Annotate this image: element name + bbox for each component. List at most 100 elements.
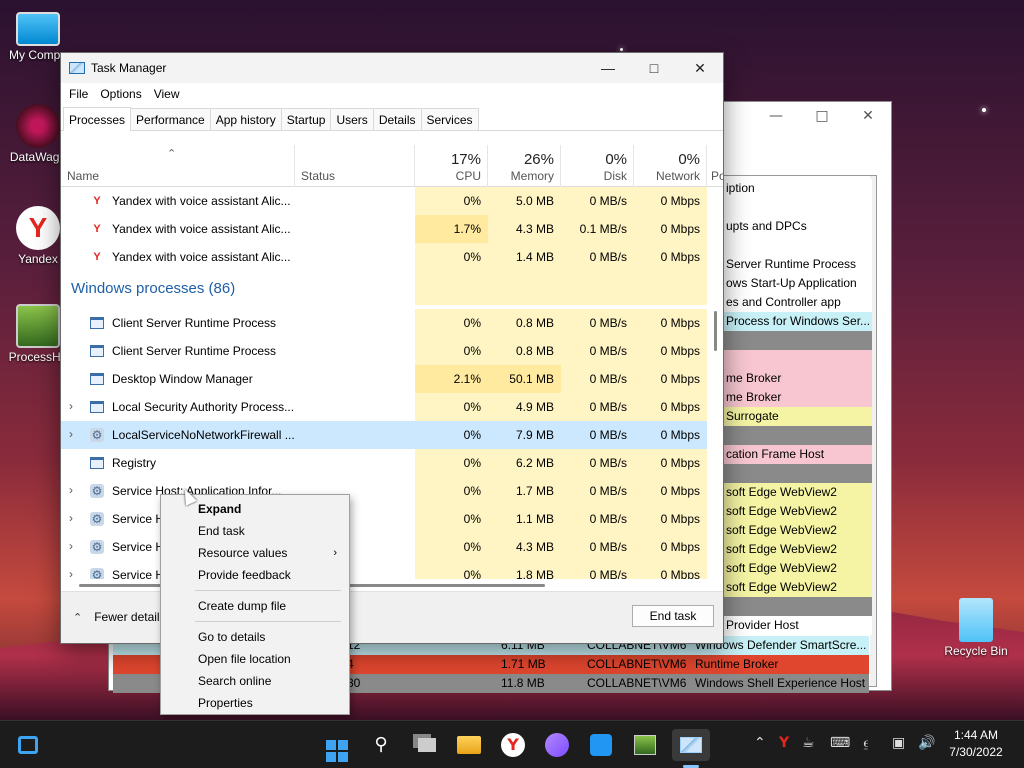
expand-chevron-icon[interactable]: › bbox=[69, 567, 79, 579]
task-manager-taskbar-icon[interactable] bbox=[672, 729, 710, 761]
tab-performance[interactable]: Performance bbox=[130, 108, 211, 130]
menu-item-create-dump-file[interactable]: Create dump file bbox=[161, 595, 349, 617]
menu-item-properties[interactable]: Properties bbox=[161, 692, 349, 714]
bg-list-row[interactable] bbox=[724, 198, 872, 217]
table-row[interactable]: 0% 1.1 MB 0 MB/s 0 Mbps › ⚙ Service H bbox=[61, 505, 707, 533]
bg-list-row[interactable]: soft Edge WebView2 bbox=[724, 521, 872, 540]
menu-item-search-online[interactable]: Search online bbox=[161, 670, 349, 692]
bg-list-row[interactable]: Server Runtime Process bbox=[724, 255, 872, 274]
task-view-icon[interactable] bbox=[411, 729, 443, 761]
processhacker-taskbar-icon[interactable] bbox=[629, 729, 661, 761]
table-row[interactable]: 0% 1.8 MB 0 MB/s 0 Mbps › ⚙ Service H bbox=[61, 561, 707, 579]
menu-item-provide-feedback[interactable]: Provide feedback bbox=[161, 564, 349, 586]
bg-list-row[interactable] bbox=[724, 236, 872, 255]
bg-list-row[interactable] bbox=[724, 597, 872, 616]
table-row[interactable]: 0% 1.4 MB 0 MB/s 0 Mbps Y Yandex with voice a… bbox=[61, 243, 707, 271]
microphone-icon[interactable]: ⍷ bbox=[862, 735, 870, 751]
bg-list-row[interactable]: ows Start-Up Application bbox=[724, 274, 872, 293]
bg-list-row[interactable]: soft Edge WebView2 bbox=[724, 540, 872, 559]
tab-processes[interactable]: Processes bbox=[63, 107, 132, 131]
bg-list-row[interactable]: soft Edge WebView2 bbox=[724, 502, 872, 521]
tab-startup[interactable]: Startup bbox=[280, 108, 332, 130]
file-explorer-icon[interactable] bbox=[453, 729, 485, 761]
scroll-thumb[interactable] bbox=[714, 311, 717, 351]
network-off-icon[interactable]: ☕ bbox=[802, 735, 815, 751]
monitor-tray-icon[interactable]: ▣ bbox=[892, 735, 905, 751]
table-row[interactable]: 0% 5.0 MB 0 MB/s 0 Mbps Y Yandex with voice a… bbox=[61, 187, 707, 215]
tab-app-history[interactable]: App history bbox=[209, 108, 282, 130]
tab-services[interactable]: Services bbox=[420, 108, 479, 130]
menu-item-resource-values[interactable]: Resource values › bbox=[161, 542, 349, 564]
table-row[interactable]: 0% 4.9 MB 0 MB/s 0 Mbps › Local Security Auth… bbox=[61, 393, 707, 421]
close-button[interactable]: ✕ bbox=[677, 53, 723, 83]
bg-list-row[interactable]: me Broker bbox=[724, 369, 872, 388]
expand-chevron-icon[interactable]: › bbox=[69, 399, 79, 413]
system-clock[interactable]: 1:44 AM 7/30/2022 bbox=[936, 727, 1016, 761]
menu-item-open-file-location[interactable]: Open file location bbox=[161, 648, 349, 670]
table-row[interactable]: 0% 7.9 MB 0 MB/s 0 Mbps › ⚙ LocalServiceNoNetw… bbox=[61, 421, 707, 449]
process-group-header[interactable]: Windows processes (86) bbox=[61, 271, 707, 305]
menu-item-go-to-details[interactable]: Go to details bbox=[161, 626, 349, 648]
expand-chevron-icon[interactable]: › bbox=[69, 483, 79, 497]
bg-list-row[interactable] bbox=[724, 331, 872, 350]
bg-list-row[interactable]: soft Edge WebView2 bbox=[724, 578, 872, 597]
tab-details[interactable]: Details bbox=[372, 108, 422, 130]
start-button[interactable] bbox=[321, 729, 353, 762]
end-task-button[interactable]: End task bbox=[632, 605, 714, 627]
column-disk[interactable]: 0% Disk bbox=[561, 145, 634, 187]
desktop-icon-recycle-bin[interactable]: Recycle Bin bbox=[936, 598, 1016, 658]
bg-list-row[interactable]: soft Edge WebView2 bbox=[724, 483, 872, 502]
widgets-icon[interactable] bbox=[12, 729, 44, 761]
minimize-icon[interactable]: — bbox=[753, 102, 799, 132]
bg-process-description-list[interactable]: iption upts and DPCs Server Runtime Proce… bbox=[723, 175, 877, 687]
process-list[interactable]: 0% 5.0 MB 0 MB/s 0 Mbps Y Yandex with voice a… bbox=[61, 187, 707, 579]
store-icon[interactable] bbox=[585, 729, 617, 761]
expand-chevron-icon[interactable]: › bbox=[69, 427, 79, 441]
bg-list-row[interactable]: me Broker bbox=[724, 388, 872, 407]
bg-list-row[interactable]: es and Controller app bbox=[724, 293, 872, 312]
expand-chevron-icon[interactable]: › bbox=[69, 539, 79, 553]
vertical-scrollbar[interactable] bbox=[708, 187, 722, 579]
menu-item-end-task[interactable]: End task bbox=[161, 520, 349, 542]
table-row[interactable]: 0% 0.8 MB 0 MB/s 0 Mbps Client Server Runtim… bbox=[61, 337, 707, 365]
alice-assistant-icon[interactable] bbox=[541, 729, 573, 761]
table-row[interactable]: 0% 1.7 MB 0 MB/s 0 Mbps › ⚙ Service Host: Appl… bbox=[61, 477, 707, 505]
table-row[interactable]: 0% 6.2 MB 0 MB/s 0 Mbps Registry bbox=[61, 449, 707, 477]
table-row[interactable]: 1.7% 4.3 MB 0.1 MB/s 0 Mbps Y Yandex with voi… bbox=[61, 215, 707, 243]
volume-icon[interactable]: 🔊 bbox=[918, 735, 935, 751]
menu-options[interactable]: Options bbox=[94, 87, 147, 101]
bg-list-row[interactable]: Process for Windows Ser... bbox=[724, 312, 872, 331]
search-icon[interactable]: ⚲ bbox=[365, 729, 397, 761]
expand-chevron-icon[interactable]: › bbox=[69, 511, 79, 525]
bg-list-row[interactable]: Provider Host bbox=[724, 616, 872, 635]
column-power[interactable]: Po bbox=[707, 145, 723, 187]
column-cpu[interactable]: 17% CPU bbox=[415, 145, 488, 187]
bg-list-row[interactable]: cation Frame Host bbox=[724, 445, 872, 464]
table-row[interactable]: 0% 0.8 MB 0 MB/s 0 Mbps Client Server Runtim… bbox=[61, 309, 707, 337]
bg-list-row[interactable]: upts and DPCs bbox=[724, 217, 872, 236]
bg-list-row[interactable]: Surrogate bbox=[724, 407, 872, 426]
bg-list-row[interactable]: soft Edge WebView2 bbox=[724, 559, 872, 578]
close-icon[interactable]: ✕ bbox=[845, 102, 891, 132]
menu-view[interactable]: View bbox=[148, 87, 186, 101]
minimize-button[interactable]: — bbox=[585, 53, 631, 83]
bg-list-row[interactable] bbox=[724, 464, 872, 483]
maximize-icon[interactable]: □ bbox=[799, 102, 845, 132]
yandex-tray-icon[interactable]: Y bbox=[779, 735, 789, 751]
fewer-details-button[interactable]: ⌃ Fewer details bbox=[73, 610, 166, 624]
table-row[interactable]: 2.1% 50.1 MB 0 MB/s 0 Mbps Desktop Window Ma… bbox=[61, 365, 707, 393]
yandex-browser-icon[interactable]: Y bbox=[497, 729, 529, 761]
title-bar[interactable]: Task Manager — □ ✕ bbox=[61, 53, 723, 83]
maximize-button[interactable]: □ bbox=[631, 53, 677, 83]
column-memory[interactable]: 26% Memory bbox=[488, 145, 561, 187]
menu-file[interactable]: File bbox=[63, 87, 94, 101]
bg-list-row[interactable]: iption bbox=[724, 179, 872, 198]
column-name[interactable]: ⌃ Name bbox=[61, 145, 295, 187]
tab-users[interactable]: Users bbox=[330, 108, 374, 130]
column-status[interactable]: Status bbox=[295, 145, 415, 187]
keyboard-icon[interactable]: ⌨ bbox=[830, 735, 850, 751]
column-network[interactable]: 0% Network bbox=[634, 145, 707, 187]
bg-list-row[interactable] bbox=[724, 350, 872, 369]
table-row[interactable]: 0% 4.3 MB 0 MB/s 0 Mbps › ⚙ Service H bbox=[61, 533, 707, 561]
bg-list-row[interactable] bbox=[724, 426, 872, 445]
